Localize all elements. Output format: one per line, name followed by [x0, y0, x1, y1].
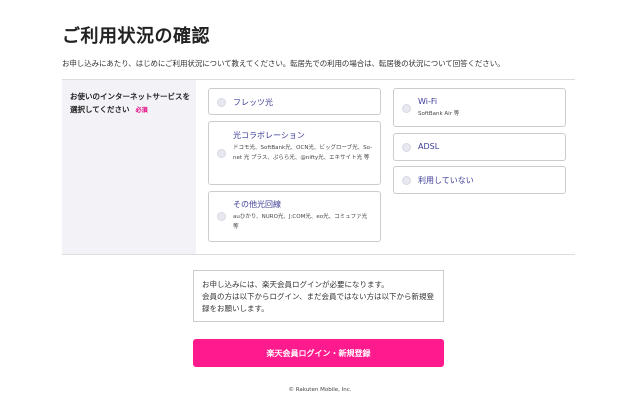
login-register-button[interactable]: 楽天会員ログイン・新規登録 [193, 339, 444, 367]
divider-bottom [62, 254, 575, 255]
page-title: ご利用状況の確認 [62, 26, 210, 47]
radio-icon[interactable] [402, 104, 411, 113]
option-title: ADSL [418, 142, 440, 151]
option-title: フレッツ光 [233, 98, 273, 107]
option-collab[interactable]: 光コラボレーション ドコモ光、SoftBank光、OCN光、ビッグローブ光、So… [208, 121, 381, 185]
option-wifi[interactable]: Wi-Fi SoftBank Air 等 [393, 88, 566, 127]
page: ご利用状況の確認 お申し込みにあたり、はじめにご利用状況について教えてください。… [0, 0, 640, 394]
option-title: その他光回線 [233, 200, 281, 209]
option-title: 光コラボレーション [233, 131, 305, 140]
option-other[interactable]: その他光回線 auひかり、NURO光、J:COM光、eo光、コミュファ光 等 [208, 191, 381, 242]
copyright: © Rakuten Mobile, Inc. [288, 387, 352, 393]
radio-icon[interactable] [217, 149, 226, 158]
required-badge: 必須 [135, 107, 148, 114]
radio-icon[interactable] [402, 143, 411, 152]
question-label: お使いのインターネットサービスを選択してください 必須 [70, 90, 190, 117]
question-label-text: お使いのインターネットサービスを選択してください [70, 92, 190, 114]
notice-line-2: 会員の方は以下からログイン、まだ会員ではない方は以下から新規登録をお願いします。 [202, 292, 435, 313]
option-description: auひかり、NURO光、J:COM光、eo光、コミュファ光 等 [233, 214, 368, 230]
lead-text: お申し込みにあたり、はじめにご利用状況について教えてください。転居先での利用の場… [62, 59, 505, 68]
option-description: ドコモ光、SoftBank光、OCN光、ビッグローブ光、So-net 光 プラス… [233, 145, 373, 161]
option-adsl[interactable]: ADSL [393, 133, 566, 161]
option-flets[interactable]: フレッツ光 [208, 88, 381, 115]
radio-icon[interactable] [217, 212, 226, 221]
option-title: 利用していない [418, 176, 474, 185]
radio-icon[interactable] [217, 98, 226, 107]
question-label-cell: お使いのインターネットサービスを選択してください 必須 [62, 80, 196, 254]
option-none[interactable]: 利用していない [393, 166, 566, 194]
notice-line-1: お申し込みには、楽天会員ログインが必要になります。 [202, 280, 389, 289]
option-title: Wi-Fi [418, 97, 438, 106]
radio-icon[interactable] [402, 176, 411, 185]
login-notice: お申し込みには、楽天会員ログインが必要になります。 会員の方は以下からログイン、… [193, 270, 444, 322]
option-description: SoftBank Air 等 [418, 111, 460, 117]
